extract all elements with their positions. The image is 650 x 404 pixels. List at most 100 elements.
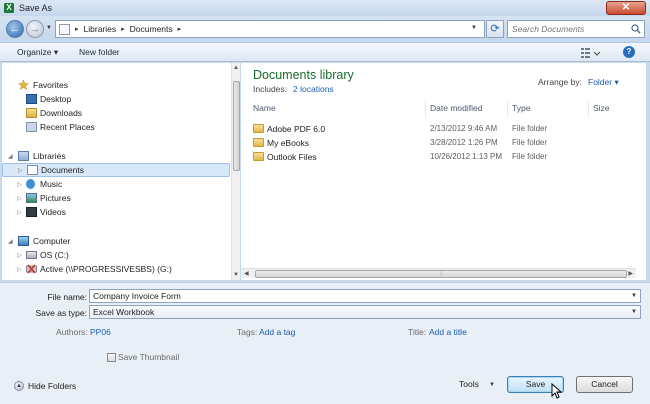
recent-places-icon	[26, 122, 37, 132]
crumb-separator[interactable]: ▸	[75, 25, 79, 33]
collapse-arrow-icon[interactable]: ◢	[8, 238, 13, 245]
file-date: 10/26/2012 1:13 PM	[430, 152, 503, 161]
scroll-right-icon[interactable]: ▶	[628, 270, 633, 277]
save-as-type-value: Excel Workbook	[93, 307, 155, 317]
nav-item-videos[interactable]: ▷ Videos	[2, 205, 230, 219]
excel-app-icon: X	[4, 3, 14, 13]
expand-arrow-icon[interactable]: ▷	[17, 195, 22, 202]
chevron-down-icon[interactable]: ▼	[489, 382, 495, 388]
column-header-size[interactable]: Size	[593, 103, 610, 117]
expand-arrow-icon[interactable]: ▷	[17, 209, 22, 216]
file-name-input[interactable]	[93, 291, 588, 301]
crumb-separator[interactable]: ▸	[121, 25, 125, 33]
tags-label: Tags:	[237, 327, 258, 337]
expand-arrow-icon[interactable]: ▷	[17, 252, 22, 259]
crumb-separator[interactable]: ▸	[178, 25, 182, 33]
authors-label: Authors:	[56, 327, 88, 337]
nav-item-desktop[interactable]: Desktop	[2, 92, 230, 106]
scroll-down-icon[interactable]: ▼	[233, 272, 239, 278]
command-bar: Organize ▾ New folder ?	[0, 42, 650, 62]
file-row[interactable]: Adobe PDF 6.0 2/13/2012 9:46 AM File fol…	[253, 122, 633, 136]
horizontal-scrollbar[interactable]: ◀ ⦙ ▶	[241, 268, 636, 278]
libraries-icon	[18, 151, 29, 161]
breadcrumb-libraries[interactable]: Libraries	[84, 24, 117, 34]
column-header-name[interactable]: Name	[253, 103, 276, 117]
locations-link[interactable]: 2 locations	[293, 84, 334, 94]
file-name-label: File name:	[47, 292, 87, 302]
nav-item-computer[interactable]: ◢ Computer	[2, 234, 230, 248]
scroll-thumb[interactable]: ⦙	[255, 270, 627, 278]
expand-arrow-icon[interactable]: ▷	[18, 167, 23, 174]
search-input[interactable]	[512, 24, 630, 34]
nav-item-favorites[interactable]: Favorites	[2, 78, 230, 92]
file-row[interactable]: My eBooks 3/28/2012 1:26 PM File folder	[253, 136, 633, 150]
nav-item-network-drive[interactable]: ▷ Active (\\PROGRESSIVESBS) (G:)	[2, 262, 230, 276]
network-drive-disconnected-icon	[26, 264, 37, 274]
scroll-left-icon[interactable]: ◀	[244, 270, 249, 277]
nav-item-libraries[interactable]: ◢ Libraries	[2, 149, 230, 163]
collapse-arrow-icon[interactable]: ◢	[8, 153, 13, 160]
save-thumbnail-label[interactable]: Save Thumbnail	[118, 352, 179, 362]
authors-value[interactable]: PP06	[90, 327, 111, 337]
nav-label-downloads: Downloads	[40, 108, 83, 118]
help-icon[interactable]: ?	[623, 46, 635, 58]
back-button[interactable]: ←	[6, 20, 24, 38]
search-icon[interactable]	[631, 24, 641, 34]
nav-label-network-drive: Active (\\PROGRESSIVESBS) (G:)	[40, 264, 172, 274]
nav-item-documents[interactable]: ▷ Documents	[2, 163, 230, 177]
navigation-pane: Favorites Desktop Downloads Recent Place…	[2, 63, 240, 280]
column-header-date[interactable]: Date modified	[430, 103, 482, 117]
nav-item-pictures[interactable]: ▷ Pictures	[2, 191, 230, 205]
nav-label-favorites: Favorites	[33, 80, 68, 90]
column-divider[interactable]	[507, 101, 508, 117]
recent-pages-dropdown[interactable]: ▼	[46, 25, 52, 31]
expand-arrow-icon[interactable]: ▷	[17, 266, 22, 273]
address-row: ← → ▼ ▸ Libraries ▸ Documents ▸ ▼ ⟳	[0, 16, 650, 42]
star-icon	[18, 80, 29, 90]
title-value[interactable]: Add a title	[429, 327, 467, 337]
forward-button[interactable]: →	[26, 20, 44, 38]
tools-menu[interactable]: Tools	[459, 379, 479, 389]
new-folder-button[interactable]: New folder	[79, 47, 120, 57]
address-bar[interactable]: ▸ Libraries ▸ Documents ▸	[55, 20, 485, 38]
column-divider[interactable]	[588, 101, 589, 117]
scroll-up-icon[interactable]: ▲	[233, 65, 239, 71]
hide-folders-button[interactable]: ▲ Hide Folders	[14, 381, 76, 391]
expand-arrow-icon[interactable]: ▷	[17, 181, 22, 188]
nav-item-music[interactable]: ▷ Music	[2, 177, 230, 191]
address-dropdown-icon[interactable]: ▼	[471, 25, 477, 31]
close-button[interactable]: ✕	[606, 1, 646, 15]
scroll-thumb[interactable]	[233, 81, 240, 171]
nav-item-recent-places[interactable]: Recent Places	[2, 120, 230, 134]
chevron-down-icon[interactable]: ▼	[631, 293, 637, 299]
nav-pane-scrollbar[interactable]: ▲ ▼	[231, 63, 240, 280]
file-name-field[interactable]: ▼	[89, 289, 641, 303]
nav-label-computer: Computer	[33, 236, 71, 246]
refresh-button[interactable]: ⟳	[486, 20, 504, 38]
nav-label-pictures: Pictures	[40, 193, 71, 203]
cancel-button[interactable]: Cancel	[576, 376, 633, 393]
arrange-by-label: Arrange by:	[538, 77, 582, 87]
title-label: Title:	[408, 327, 427, 337]
change-view-button[interactable]	[580, 46, 602, 59]
arrange-by-dropdown[interactable]: Folder ▾	[588, 77, 619, 88]
file-row[interactable]: Outlook Files 10/26/2012 1:13 PM File fo…	[253, 150, 633, 164]
column-divider[interactable]	[425, 101, 426, 117]
music-icon	[26, 179, 35, 189]
save-as-type-select[interactable]: Excel Workbook ▼	[89, 305, 641, 319]
file-type: File folder	[512, 138, 548, 147]
breadcrumb-documents[interactable]: Documents	[130, 24, 173, 34]
nav-item-downloads[interactable]: Downloads	[2, 106, 230, 120]
mouse-cursor-icon	[551, 383, 563, 399]
column-header-type[interactable]: Type	[512, 103, 530, 117]
nav-item-os-drive[interactable]: ▷ OS (C:)	[2, 248, 230, 262]
save-thumbnail-checkbox[interactable]	[107, 353, 116, 362]
file-type: File folder	[512, 124, 548, 133]
search-box[interactable]	[507, 20, 645, 38]
chevron-down-icon[interactable]: ▼	[631, 309, 637, 315]
organize-menu[interactable]: Organize ▾	[17, 47, 58, 58]
nav-label-videos: Videos	[40, 207, 66, 217]
pictures-icon	[26, 193, 37, 203]
library-includes: Includes: 2 locations	[253, 84, 334, 94]
tags-value[interactable]: Add a tag	[259, 327, 295, 337]
